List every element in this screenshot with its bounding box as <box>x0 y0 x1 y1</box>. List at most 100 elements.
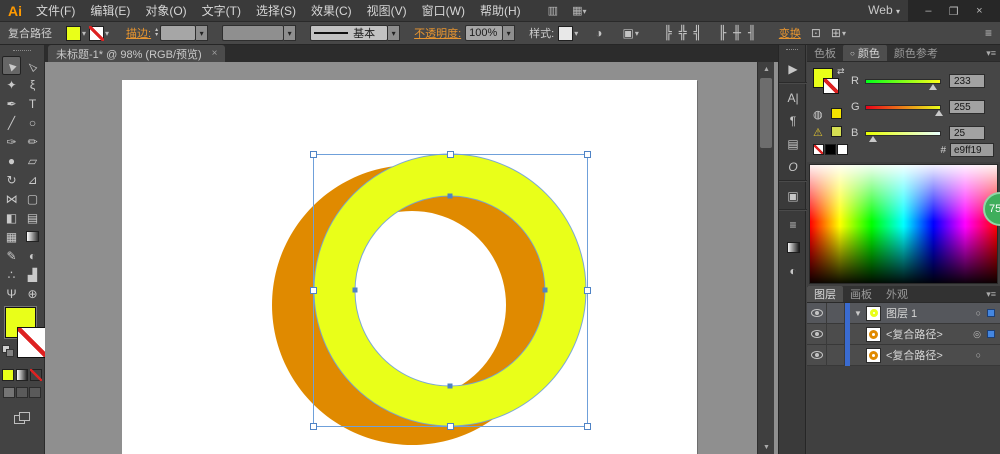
layer-name[interactable]: <复合路径> <box>886 347 976 363</box>
slider-thumb[interactable] <box>869 136 877 142</box>
green-value-field[interactable]: 255 <box>949 100 985 114</box>
transform-link[interactable]: 变换 <box>779 25 801 41</box>
line-segment-tool[interactable]: ╱ <box>2 113 21 132</box>
layer-name[interactable]: <复合路径> <box>886 326 973 342</box>
document-tab[interactable]: 未标题-1* @ 98% (RGB/预览) × <box>48 45 225 62</box>
selection-indicator[interactable] <box>987 309 995 317</box>
align-right-icon[interactable]: ╣ <box>694 26 702 41</box>
swap-fill-stroke-icon[interactable]: ⇄ <box>837 66 845 77</box>
panel-grip[interactable] <box>13 50 31 52</box>
layer-row[interactable]: <复合路径> ◎ <box>807 324 1000 345</box>
visibility-cell[interactable] <box>807 345 827 366</box>
web-color-swatch[interactable] <box>831 108 842 119</box>
align-center-icon[interactable]: ╬ <box>679 26 687 41</box>
actions-panel-icon[interactable]: ▶ <box>779 57 807 80</box>
stroke-weight-field[interactable] <box>160 25 196 41</box>
black-swatch[interactable] <box>825 144 836 155</box>
vertical-scrollbar[interactable]: ▲ ▼ <box>757 62 774 454</box>
width-tool[interactable]: ⋈ <box>2 189 21 208</box>
chevron-down-icon[interactable]: ▾ <box>635 29 639 38</box>
dock-grip[interactable] <box>786 49 798 51</box>
white-swatch[interactable] <box>837 144 848 155</box>
eyedropper-tool[interactable]: ✎ <box>2 246 21 265</box>
pen-tool[interactable]: ✒ <box>2 94 21 113</box>
direct-selection-tool[interactable]: ◅ <box>23 56 42 75</box>
style-swatch[interactable] <box>558 26 573 41</box>
menu-view[interactable]: 视图(V) <box>367 2 407 19</box>
distribute-left-icon[interactable]: ╟ <box>718 26 726 41</box>
tab-layers[interactable]: 图层 <box>807 286 843 302</box>
selection-tool[interactable]: ◄ <box>2 56 21 75</box>
chevron-down-icon[interactable]: ▾ <box>574 29 578 38</box>
menu-effect[interactable]: 效果(C) <box>311 2 352 19</box>
slider-thumb[interactable] <box>935 110 943 116</box>
stroke-weight-stepper[interactable]: ▴▾ <box>155 28 158 38</box>
align-left-icon[interactable]: ╠ <box>664 26 672 41</box>
menu-select[interactable]: 选择(S) <box>256 2 296 19</box>
blue-value-field[interactable]: 25 <box>949 126 985 140</box>
blue-slider[interactable] <box>865 131 941 136</box>
chevron-down-icon[interactable]: ▾ <box>196 25 208 41</box>
menu-type[interactable]: 文字(T) <box>202 2 241 19</box>
chevron-down-icon[interactable]: ▾ <box>388 25 400 41</box>
menu-file[interactable]: 文件(F) <box>36 2 75 19</box>
none-swatch[interactable] <box>813 144 824 155</box>
target-icon[interactable]: ◎ <box>973 329 981 340</box>
web-color-icon[interactable]: ◍ <box>813 108 823 121</box>
magic-wand-tool[interactable]: ✦ <box>2 75 21 94</box>
scrollbar-thumb[interactable] <box>760 78 772 148</box>
target-icon[interactable]: ○ <box>976 350 981 360</box>
pencil-tool[interactable]: ✏ <box>23 132 42 151</box>
visibility-cell[interactable] <box>807 303 827 324</box>
tab-swatches[interactable]: 色板 <box>807 45 843 61</box>
stroke-panel-icon[interactable]: ≡ <box>779 213 807 236</box>
arrange-documents-icon[interactable]: ▦▾ <box>572 4 586 17</box>
close-icon[interactable]: × <box>212 48 218 59</box>
menu-object[interactable]: 对象(O) <box>145 2 186 19</box>
distribute-right-icon[interactable]: ╢ <box>748 26 756 41</box>
distribute-center-icon[interactable]: ╫ <box>733 26 741 41</box>
minimize-button[interactable]: – <box>925 5 931 17</box>
opacity-field[interactable]: 100% <box>465 25 503 41</box>
canvas-area[interactable]: ▲ ▼ <box>45 62 778 454</box>
ellipse-tool[interactable]: ○ <box>23 113 42 132</box>
lasso-tool[interactable]: ξ <box>23 75 42 94</box>
panel-menu-icon[interactable]: ▾≡ <box>986 48 996 59</box>
gradient-tool[interactable] <box>23 227 42 246</box>
blend-tool[interactable]: ◐ <box>23 246 42 265</box>
pathfinder-panel-icon[interactable]: ◐ <box>779 259 807 282</box>
scale-tool[interactable]: ⊿ <box>23 170 42 189</box>
red-value-field[interactable]: 233 <box>949 74 985 88</box>
brush-definition-select[interactable]: 基本 <box>310 25 388 41</box>
menu-window[interactable]: 窗口(W) <box>422 2 465 19</box>
free-transform-tool[interactable]: ▢ <box>23 189 42 208</box>
gradient-button[interactable] <box>16 369 28 381</box>
gamut-warning-icon[interactable]: ⚠ <box>813 126 823 139</box>
hex-field[interactable]: e9ff19 <box>950 143 994 157</box>
stroke-proxy-swatch[interactable] <box>17 327 48 358</box>
slider-thumb[interactable] <box>929 84 937 90</box>
layer-name[interactable]: 图层 1 <box>886 305 976 321</box>
gamut-swatch[interactable] <box>831 126 842 137</box>
color-spectrum-picker[interactable] <box>809 164 998 284</box>
stroke-link[interactable]: 描边: <box>126 25 151 41</box>
panel-menu-icon[interactable]: ▾≡ <box>986 289 996 300</box>
target-icon[interactable]: ○ <box>976 308 981 318</box>
tab-color-guide[interactable]: 颜色参考 <box>887 45 945 61</box>
visibility-cell[interactable] <box>807 324 827 345</box>
expand-triangle-icon[interactable]: ▼ <box>854 309 866 318</box>
chevron-down-icon[interactable]: ▾ <box>284 25 296 41</box>
shape-mode-icon[interactable]: ⊞ <box>831 26 841 40</box>
character-panel-icon[interactable]: A| <box>779 86 807 109</box>
menu-help[interactable]: 帮助(H) <box>480 2 521 19</box>
blob-brush-tool[interactable]: ● <box>2 151 21 170</box>
scroll-down-icon[interactable]: ▼ <box>758 440 775 454</box>
lock-cell[interactable] <box>827 303 845 324</box>
shape-builder-tool[interactable]: ◧ <box>2 208 21 227</box>
lock-cell[interactable] <box>827 324 845 345</box>
chevron-down-icon[interactable]: ▾ <box>105 29 109 38</box>
color-button[interactable] <box>2 369 14 381</box>
bridge-icon[interactable]: ▥ <box>548 4 558 17</box>
paragraph-panel-icon[interactable]: ¶ <box>779 109 807 132</box>
symbol-sprayer-tool[interactable]: ∴ <box>2 265 21 284</box>
